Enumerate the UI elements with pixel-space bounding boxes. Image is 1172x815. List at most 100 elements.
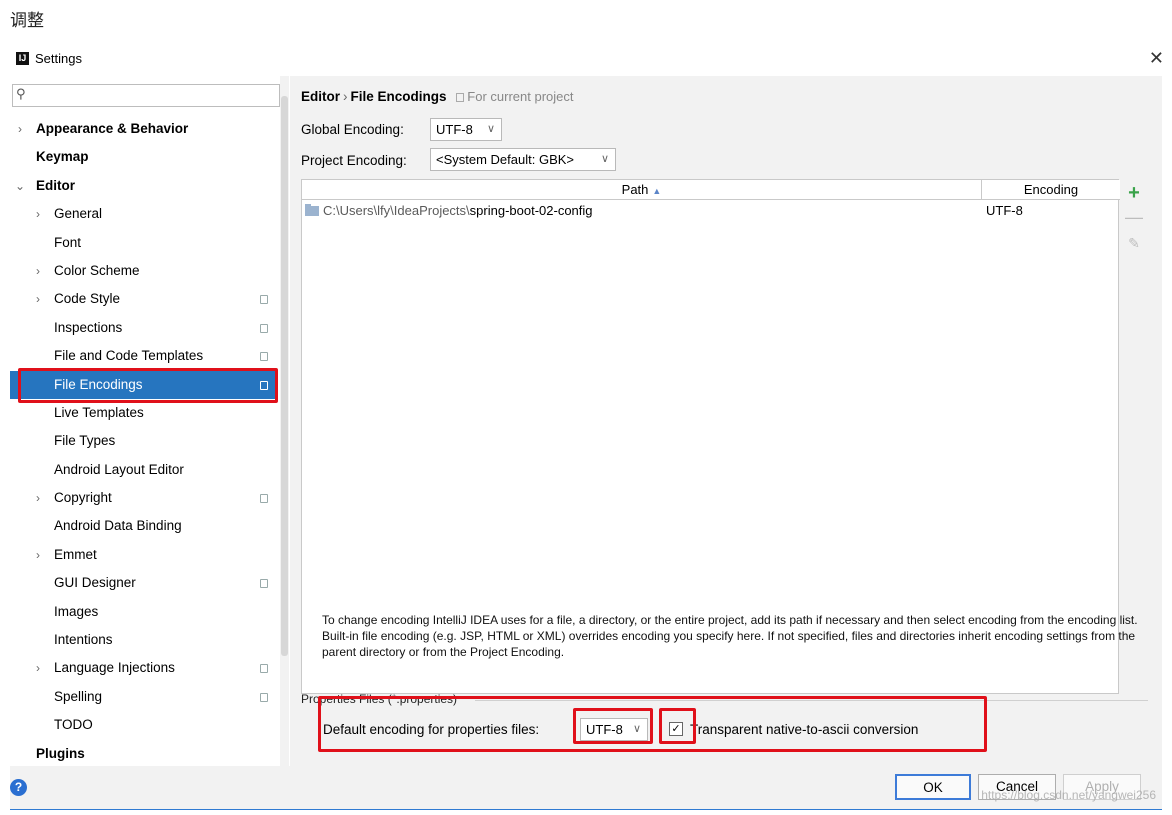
project-encoding-value: <System Default: GBK> [436, 152, 575, 167]
sidebar-item-general[interactable]: › General [10, 200, 278, 228]
search-icon: ⚲ [16, 86, 26, 101]
project-scope-icon [260, 692, 268, 702]
sidebar-item-label: Spelling [54, 688, 103, 704]
window-titlebar: IJ Settings ✕ [10, 48, 1166, 72]
intellij-app-icon: IJ [16, 52, 29, 65]
sidebar-item-images[interactable]: Images [10, 598, 278, 626]
breadcrumb-parent: Editor [301, 89, 340, 104]
sidebar-item-label: Plugins [36, 745, 85, 761]
sidebar-item-label: Color Scheme [54, 262, 140, 278]
add-icon[interactable]: + [1121, 181, 1147, 205]
highlight-native-checkbox [659, 708, 696, 744]
highlight-properties-encoding [573, 708, 653, 744]
project-scope-icon [260, 579, 268, 589]
ok-button[interactable]: OK [895, 774, 971, 800]
sidebar-item-appearance-behavior[interactable]: › Appearance & Behavior [10, 115, 278, 143]
sidebar-item-label: Intentions [54, 632, 113, 648]
project-scope-icon [260, 295, 268, 305]
watermark: https://blog.csdn.net/yangwei256 [981, 788, 1156, 802]
sidebar-item-color-scheme[interactable]: › Color Scheme [10, 257, 278, 285]
project-scope-icon [260, 494, 268, 504]
sidebar-item-label: Live Templates [54, 404, 144, 420]
sidebar-item-live-templates[interactable]: Live Templates [10, 399, 278, 427]
chevron-down-icon: ∨ [486, 123, 495, 135]
table-row-encoding[interactable]: UTF-8 [986, 201, 1116, 221]
project-encoding-label: Project Encoding: [301, 153, 407, 168]
project-scope-icon [260, 664, 268, 674]
sidebar-item-label: Inspections [54, 319, 123, 335]
sidebar-item-label: TODO [54, 717, 93, 733]
sidebar-item-label: Copyright [54, 490, 112, 506]
sidebar-item-label: GUI Designer [54, 575, 136, 591]
sidebar-item-emmet[interactable]: › Emmet [10, 541, 278, 569]
chevron-right-icon[interactable]: › [32, 541, 44, 569]
page-caption: 调整 [10, 11, 44, 30]
sidebar-item-label: Images [54, 603, 99, 619]
sidebar-item-label: Android Layout Editor [54, 461, 184, 477]
sidebar-item-label: File and Code Templates [54, 348, 204, 364]
close-icon[interactable]: ✕ [1149, 48, 1164, 69]
sidebar-scrollbar[interactable] [280, 76, 289, 766]
chevron-right-icon[interactable]: › [32, 200, 44, 228]
sidebar-item-spelling[interactable]: Spelling [10, 683, 278, 711]
sidebar-item-intentions[interactable]: Intentions [10, 626, 278, 654]
project-encoding-dropdown[interactable]: <System Default: GBK> ∨ [430, 148, 616, 171]
sidebar-item-inspections[interactable]: Inspections [10, 314, 278, 342]
project-scope-note: For current project [467, 89, 574, 104]
chevron-right-icon[interactable]: › [32, 285, 44, 313]
global-encoding-value: UTF-8 [436, 122, 473, 137]
project-scope-icon [456, 93, 465, 102]
sidebar-item-label: Font [54, 234, 82, 250]
sidebar-scrollbar-thumb[interactable] [281, 96, 288, 656]
sidebar-item-label: Language Injections [54, 660, 175, 676]
highlight-file-encodings [18, 368, 278, 403]
sidebar-item-label: Editor [36, 177, 75, 193]
chevron-down-icon: ∨ [600, 153, 609, 165]
chevron-down-icon[interactable]: ⌄ [14, 172, 26, 200]
sidebar-item-font[interactable]: Font [10, 229, 278, 257]
breadcrumb-current: File Encodings [350, 89, 447, 104]
global-encoding-dropdown[interactable]: UTF-8 ∨ [430, 118, 502, 141]
settings-tree: › Appearance & Behavior Keymap ⌄ Editor › Gene… [10, 115, 278, 768]
column-header-path[interactable]: Path ▲ [302, 180, 982, 200]
sidebar-item-label: Android Data Binding [54, 518, 182, 534]
sidebar-item-plugins[interactable]: Plugins [10, 740, 278, 768]
sidebar-item-code-style[interactable]: › Code Style [10, 285, 278, 313]
chevron-right-icon[interactable]: › [32, 257, 44, 285]
global-encoding-label: Global Encoding: [301, 122, 404, 137]
table-row-path[interactable]: C:\Users\lfy\IdeaProjects\spring-boot-02… [302, 201, 982, 221]
sidebar-item-android-data-binding[interactable]: Android Data Binding [10, 512, 278, 540]
chevron-right-icon[interactable]: › [32, 654, 44, 682]
edit-icon[interactable]: ✎ [1121, 231, 1147, 255]
remove-icon[interactable]: — [1121, 205, 1147, 229]
chevron-right-icon[interactable]: › [14, 115, 26, 143]
project-scope-icon [260, 352, 268, 362]
sidebar-item-editor[interactable]: ⌄ Editor [10, 172, 278, 200]
settings-search-input[interactable]: ⚲ [12, 84, 280, 107]
sidebar-item-file-and-code-templates[interactable]: File and Code Templates [10, 342, 278, 370]
sidebar-item-todo[interactable]: TODO [10, 711, 278, 739]
sidebar-item-android-layout-editor[interactable]: Android Layout Editor [10, 456, 278, 484]
breadcrumb: Editor › File Encodings For current projec… [301, 89, 573, 104]
folder-icon [305, 204, 319, 216]
chevron-right-icon[interactable]: › [32, 484, 44, 512]
breadcrumb-separator: › [343, 89, 348, 104]
help-icon[interactable]: ? [10, 779, 27, 796]
sort-ascending-icon: ▲ [652, 186, 662, 196]
column-header-encoding[interactable]: Encoding [982, 180, 1120, 200]
sidebar-item-keymap[interactable]: Keymap [10, 143, 278, 171]
project-scope-icon [260, 323, 268, 333]
sidebar-item-label: Emmet [54, 546, 97, 562]
sidebar-item-label: File Types [54, 433, 116, 449]
settings-sidebar: ⚲ › Appearance & Behavior Keymap ⌄ Editor › Ge… [10, 76, 289, 766]
sidebar-item-label: Appearance & Behavior [36, 121, 189, 136]
sidebar-item-label: Code Style [54, 291, 121, 307]
settings-content-panel: Editor › File Encodings For current projec… [290, 76, 1162, 766]
sidebar-item-copyright[interactable]: › Copyright [10, 484, 278, 512]
sidebar-item-file-types[interactable]: File Types [10, 427, 278, 455]
sidebar-item-language-injections[interactable]: › Language Injections [10, 654, 278, 682]
sidebar-item-gui-designer[interactable]: GUI Designer [10, 569, 278, 597]
encoding-help-text: To change encoding IntelliJ IDEA uses fo… [322, 613, 1138, 659]
window-title: Settings [35, 51, 82, 66]
sidebar-item-label: Keymap [36, 149, 89, 165]
